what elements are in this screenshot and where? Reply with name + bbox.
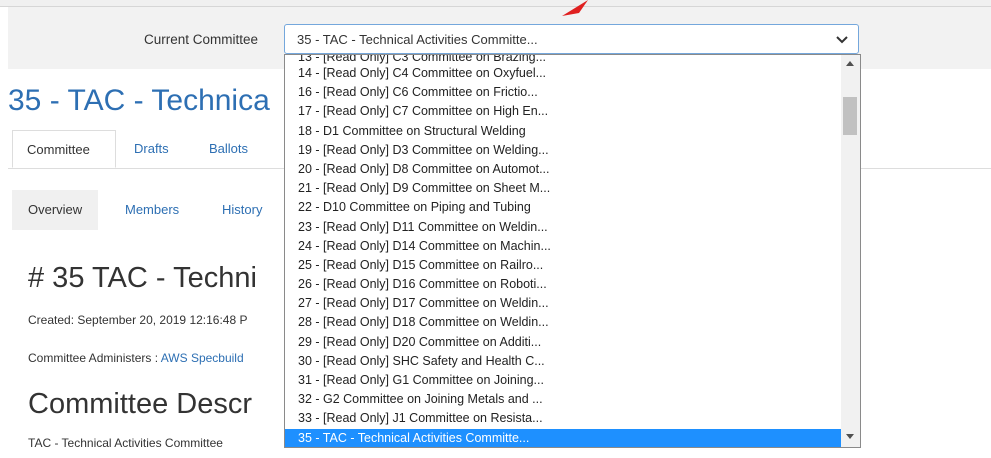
- committee-select-value: 35 - TAC - Technical Activities Committe…: [297, 32, 538, 47]
- dropdown-option[interactable]: 22 - D10 Committee on Piping and Tubing: [285, 198, 841, 217]
- dropdown-option[interactable]: 27 - [Read Only] D17 Committee on Weldin…: [285, 294, 841, 313]
- description-heading: Committee Descr: [28, 388, 252, 420]
- committee-dropdown-list[interactable]: 13 - [Read Only] C3 Committee on Brazing…: [284, 54, 861, 448]
- administers-link[interactable]: AWS Specbuild: [161, 351, 244, 365]
- scroll-up-icon[interactable]: [846, 61, 854, 66]
- dropdown-option[interactable]: 17 - [Read Only] C7 Committee on High En…: [285, 102, 841, 121]
- subtab-overview[interactable]: Overview: [12, 190, 99, 230]
- dropdown-option[interactable]: 21 - [Read Only] D9 Committee on Sheet M…: [285, 179, 841, 198]
- dropdown-option[interactable]: 26 - [Read Only] D16 Committee on Roboti…: [285, 275, 841, 294]
- tab-drafts[interactable]: Drafts: [134, 130, 169, 168]
- scroll-down-icon[interactable]: [846, 434, 854, 439]
- dropdown-option[interactable]: 19 - [Read Only] D3 Committee on Welding…: [285, 141, 841, 160]
- dropdown-option[interactable]: 18 - D1 Committee on Structural Welding: [285, 122, 841, 141]
- description-text: TAC - Technical Activities Committee: [28, 436, 223, 450]
- dropdown-option[interactable]: 35 - TAC - Technical Activities Committe…: [285, 428, 841, 447]
- committee-select[interactable]: 35 - TAC - Technical Activities Committe…: [284, 24, 859, 54]
- committee-heading: # 35 TAC - Techni: [28, 262, 257, 294]
- dropdown-option[interactable]: 29 - [Read Only] D20 Committee on Additi…: [285, 333, 841, 352]
- dropdown-options: 13 - [Read Only] C3 Committee on Brazing…: [285, 55, 841, 447]
- dropdown-scrollbar[interactable]: [841, 55, 860, 447]
- chevron-down-icon: [836, 36, 848, 44]
- administers-label: Committee Administers :: [28, 351, 161, 365]
- administers-line: Committee Administers : AWS Specbuild: [28, 351, 244, 365]
- dropdown-option[interactable]: 28 - [Read Only] D18 Committee on Weldin…: [285, 313, 841, 332]
- created-timestamp: Created: September 20, 2019 12:16:48 P: [28, 313, 248, 327]
- dropdown-option[interactable]: 25 - [Read Only] D15 Committee on Railro…: [285, 256, 841, 275]
- current-committee-label: Current Committee: [144, 32, 259, 47]
- dropdown-option[interactable]: 32 - G2 Committee on Joining Metals and …: [285, 390, 841, 409]
- dropdown-option[interactable]: 16 - [Read Only] C6 Committee on Frictio…: [285, 83, 841, 102]
- tab-ballots[interactable]: Ballots: [209, 130, 248, 168]
- dropdown-option[interactable]: 24 - [Read Only] D14 Committee on Machin…: [285, 237, 841, 256]
- dropdown-option[interactable]: 33 - [Read Only] J1 Committee on Resista…: [285, 409, 841, 428]
- subtab-history[interactable]: History: [222, 190, 262, 230]
- scrollbar-thumb[interactable]: [843, 97, 857, 135]
- dropdown-option[interactable]: 14 - [Read Only] C4 Committee on Oxyfuel…: [285, 64, 841, 83]
- dropdown-option[interactable]: 30 - [Read Only] SHC Safety and Health C…: [285, 352, 841, 371]
- dropdown-option[interactable]: 20 - [Read Only] D8 Committee on Automot…: [285, 160, 841, 179]
- dropdown-option[interactable]: 31 - [Read Only] G1 Committee on Joining…: [285, 371, 841, 390]
- tab-committee[interactable]: Committee: [12, 130, 116, 168]
- dropdown-option-partial[interactable]: 13 - [Read Only] C3 Committee on Brazing…: [285, 55, 841, 64]
- subtab-members[interactable]: Members: [125, 190, 179, 230]
- page-title: 35 - TAC - Technica: [8, 84, 270, 117]
- dropdown-option[interactable]: 23 - [Read Only] D11 Committee on Weldin…: [285, 218, 841, 237]
- annotation-arrow-icon: [562, 0, 588, 16]
